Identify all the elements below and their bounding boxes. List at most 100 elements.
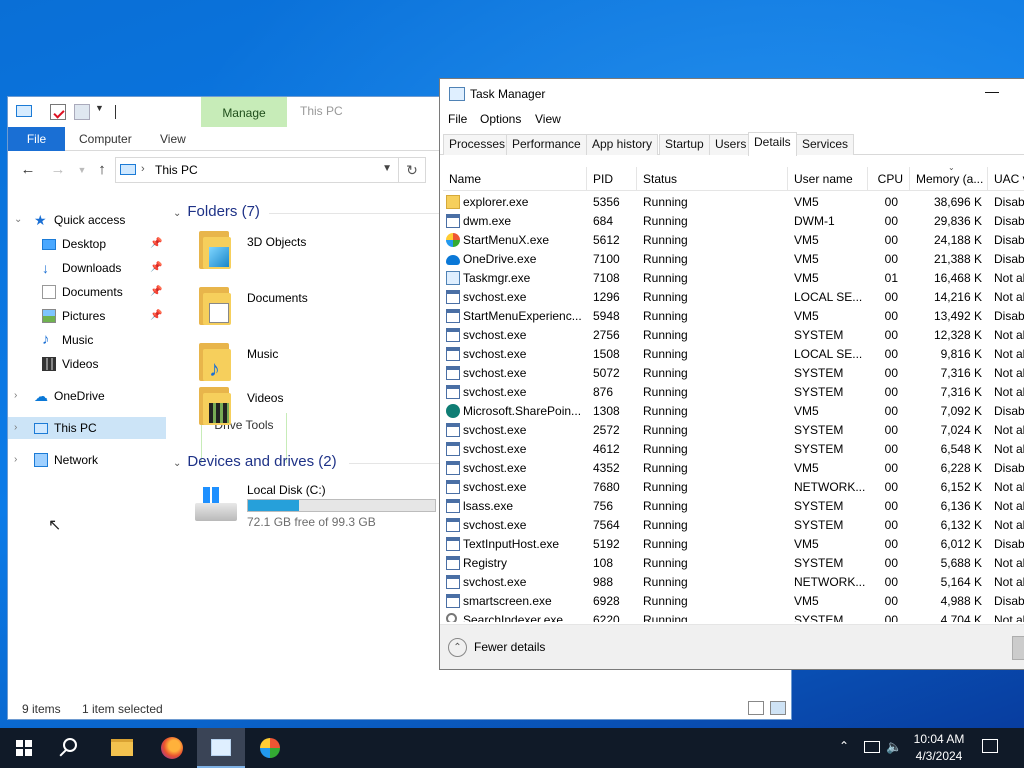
table-row[interactable]: svchost.exe 2572 Running SYSTEM 00 7,024 K Not… — [443, 421, 1024, 440]
tab-services[interactable]: Services — [796, 134, 855, 155]
table-row[interactable]: TextInputHost.exe 5192 Running VM5 00 6,012 K… — [443, 535, 1024, 554]
taskbar-firefox[interactable] — [148, 728, 196, 768]
table-row[interactable]: svchost.exe 5072 Running SYSTEM 00 7,316 K Not… — [443, 364, 1024, 383]
folder-3d-objects[interactable]: 3D Objects — [195, 229, 445, 279]
menu-file[interactable]: File — [448, 112, 467, 126]
tab-file[interactable]: File — [8, 127, 65, 151]
network-status-icon[interactable] — [864, 741, 880, 753]
back-arrow-icon[interactable]: ← — [18, 160, 38, 180]
tab-users[interactable]: Users — [709, 134, 753, 155]
cell-pid: 5192 — [593, 537, 620, 551]
table-row[interactable]: svchost.exe 4612 Running SYSTEM 00 6,548 K Not… — [443, 440, 1024, 459]
collapse-circle-icon[interactable]: ⌃ — [448, 638, 467, 657]
menu-options[interactable]: Options — [480, 112, 521, 126]
table-row[interactable]: svchost.exe 7680 Running NETWORK... 00 6,152 … — [443, 478, 1024, 497]
table-row[interactable]: StartMenuX.exe 5612 Running VM5 00 24,188 K Di… — [443, 231, 1024, 250]
forward-arrow-icon[interactable]: → — [48, 160, 68, 180]
expand-chevron-icon[interactable]: › — [14, 385, 17, 407]
drive-local-disk-c[interactable]: Local Disk (C:) 72.1 GB free of 99.3 GB — [195, 483, 455, 533]
column-header-uac[interactable]: UAC v — [988, 167, 1024, 191]
start-button[interactable] — [0, 728, 48, 768]
up-arrow-icon[interactable]: ↑ — [92, 160, 112, 180]
table-row[interactable]: Registry 108 Running SYSTEM 00 5,688 K Not al — [443, 554, 1024, 573]
menu-view[interactable]: View — [535, 112, 561, 126]
nav-videos[interactable]: Videos — [8, 353, 166, 375]
process-svc-icon — [446, 575, 460, 589]
new-folder-icon[interactable] — [74, 104, 90, 120]
recent-locations-chevron-icon[interactable]: ▼ — [72, 160, 92, 180]
nav-music[interactable]: ♪ Music — [8, 329, 166, 351]
folders-group-header[interactable]: ⌄ Folders (7) — [173, 203, 260, 220]
nav-downloads[interactable]: ↓ Downloads 📌 — [8, 257, 166, 279]
column-header-pid[interactable]: PID — [587, 167, 637, 191]
tab-startup[interactable]: Startup — [659, 134, 710, 155]
refresh-icon[interactable]: ↻ — [398, 157, 426, 183]
notifications-icon[interactable] — [982, 739, 998, 753]
tab-details[interactable]: Details — [748, 132, 797, 156]
column-header-name[interactable]: Name — [443, 167, 587, 191]
end-task-button[interactable] — [1012, 636, 1024, 660]
column-header-cpu[interactable]: CPU — [868, 167, 910, 191]
table-row[interactable]: svchost.exe 1508 Running LOCAL SE... 00 9,816… — [443, 345, 1024, 364]
column-header-user-name[interactable]: User name — [788, 167, 868, 191]
taskbar-task-manager[interactable] — [197, 728, 245, 768]
tab-performance[interactable]: Performance — [506, 134, 587, 155]
table-row[interactable]: StartMenuExperienc... 5948 Running VM5 00 13,… — [443, 307, 1024, 326]
table-row[interactable]: svchost.exe 7564 Running SYSTEM 00 6,132 K Not… — [443, 516, 1024, 535]
cell-cpu: 00 — [884, 347, 898, 361]
taskbar-startmenux[interactable] — [246, 728, 294, 768]
nav-onedrive[interactable]: › ☁ OneDrive — [8, 385, 166, 407]
tab-view[interactable]: View — [146, 127, 200, 151]
nav-desktop[interactable]: Desktop 📌 — [8, 233, 166, 255]
clock[interactable]: 10:04 AM 4/3/2024 — [900, 731, 978, 768]
table-row[interactable]: svchost.exe 4352 Running VM5 00 6,228 K Disabl — [443, 459, 1024, 478]
customize-toolbar-dropdown-icon[interactable]: ▼ — [95, 103, 104, 113]
nav-documents[interactable]: Documents 📌 — [8, 281, 166, 303]
folder-documents[interactable]: Documents — [195, 285, 445, 335]
details-view-icon[interactable] — [748, 701, 764, 715]
expand-chevron-icon[interactable]: › — [14, 417, 17, 439]
table-row[interactable]: dwm.exe 684 Running DWM-1 00 29,836 K Disabl — [443, 212, 1024, 231]
cell-cpu: 00 — [884, 575, 898, 589]
nav-network[interactable]: › Network — [8, 449, 166, 471]
large-icons-view-icon[interactable] — [770, 701, 786, 715]
table-row[interactable]: Microsoft.SharePoin... 1308 Running VM5 00 7,… — [443, 402, 1024, 421]
table-row[interactable]: svchost.exe 1296 Running LOCAL SE... 00 14,21… — [443, 288, 1024, 307]
collapse-chevron-icon[interactable]: ⌄ — [173, 208, 181, 219]
expand-chevron-icon[interactable]: › — [14, 449, 17, 471]
table-row[interactable]: SearchIndexer.exe 6220 Running SYSTEM 00 4,70… — [443, 611, 1024, 622]
address-dropdown-icon[interactable]: ▼ — [382, 163, 392, 174]
cell-name: svchost.exe — [463, 347, 527, 361]
show-hidden-icons-chevron-icon[interactable]: ⌃ — [839, 739, 849, 768]
nav-this-pc[interactable]: › This PC — [8, 417, 166, 439]
process-svc-icon — [446, 556, 460, 570]
tab-computer[interactable]: Computer — [65, 127, 146, 151]
folder-videos[interactable]: Videos — [195, 385, 445, 435]
properties-icon[interactable] — [50, 104, 66, 120]
table-row[interactable]: explorer.exe 5356 Running VM5 00 38,696 K Disa… — [443, 193, 1024, 212]
table-row[interactable]: lsass.exe 756 Running SYSTEM 00 6,136 K Not al — [443, 497, 1024, 516]
tab-processes[interactable]: Processes — [443, 134, 512, 155]
search-button[interactable] — [48, 728, 96, 768]
table-row[interactable]: svchost.exe 876 Running SYSTEM 00 7,316 K Not … — [443, 383, 1024, 402]
collapse-chevron-icon[interactable]: ⌄ — [173, 458, 181, 469]
column-header-status[interactable]: Status — [637, 167, 788, 191]
table-row[interactable]: svchost.exe 2756 Running SYSTEM 00 12,328 K No… — [443, 326, 1024, 345]
table-row[interactable]: smartscreen.exe 6928 Running VM5 00 4,988 K Di… — [443, 592, 1024, 611]
drives-group-header[interactable]: ⌄ Devices and drives (2) — [173, 453, 337, 470]
breadcrumb-chevron-icon[interactable]: › — [141, 163, 145, 175]
cell-status: Running — [643, 575, 688, 589]
table-row[interactable]: svchost.exe 988 Running NETWORK... 00 5,164 K… — [443, 573, 1024, 592]
taskbar-file-explorer[interactable] — [98, 728, 146, 768]
cell-memory: 6,132 K — [940, 518, 982, 532]
folder-music[interactable]: ♪ Music — [195, 341, 445, 391]
nav-quick-access[interactable]: ⌄ ★ Quick access — [8, 209, 166, 231]
tab-app-history[interactable]: App history — [586, 134, 659, 155]
nav-pictures[interactable]: Pictures 📌 — [8, 305, 166, 327]
table-row[interactable]: Taskmgr.exe 7108 Running VM5 01 16,468 K Not a… — [443, 269, 1024, 288]
collapse-chevron-icon[interactable]: ⌄ — [14, 209, 22, 231]
fewer-details-link[interactable]: Fewer details — [474, 640, 545, 654]
table-row[interactable]: OneDrive.exe 7100 Running VM5 00 21,388 K Disa… — [443, 250, 1024, 269]
address-bar[interactable]: › This PC ▼ — [115, 157, 399, 183]
minimize-icon[interactable]: — — [985, 83, 999, 99]
